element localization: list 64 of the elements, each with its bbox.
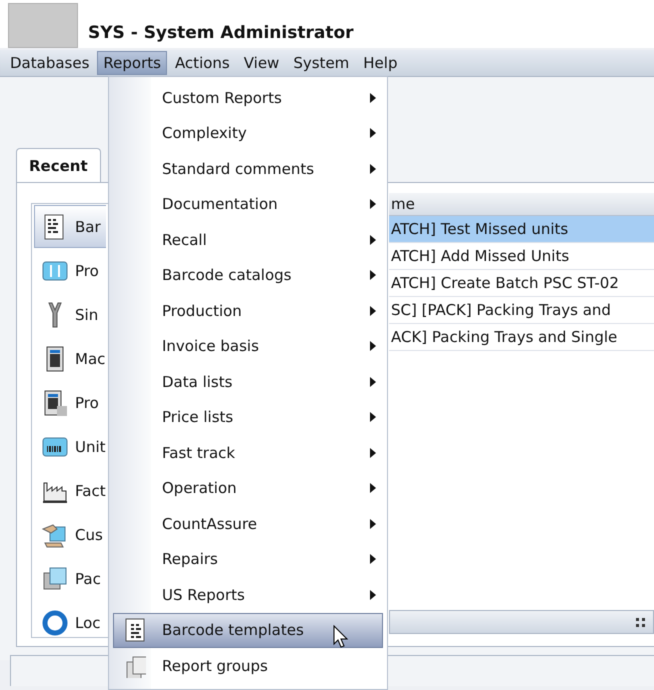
column-header[interactable]: me <box>389 193 654 216</box>
submenu-arrow-icon <box>370 376 376 387</box>
menu-item[interactable]: Fast track <box>113 435 383 470</box>
submenu-arrow-icon <box>370 199 376 210</box>
menu-item[interactable]: Documentation <box>113 186 383 222</box>
menu-bar-item[interactable]: Reports <box>97 51 167 75</box>
submenu-arrow-icon <box>370 518 376 529</box>
submenu-arrow-icon <box>370 164 376 174</box>
menu-bar-item[interactable]: Actions <box>168 51 236 75</box>
submenu-arrow-icon <box>370 448 376 458</box>
table-row[interactable]: ATCH] Add Missed Units <box>389 243 654 270</box>
menu-item[interactable]: Data lists <box>113 364 383 400</box>
menu-item[interactable]: Barcode catalogs <box>113 258 383 293</box>
recent-item[interactable]: Bar <box>34 205 106 248</box>
grip-icon <box>636 618 645 626</box>
tab[interactable]: Recent <box>16 148 101 182</box>
submenu-arrow-icon <box>370 554 376 564</box>
submenu-arrow-icon <box>370 412 376 422</box>
submenu-arrow-icon <box>370 483 376 494</box>
menu-item[interactable]: Price lists <box>113 400 383 435</box>
mouse-pointer-icon <box>333 625 349 649</box>
menu-item[interactable]: Production <box>113 293 383 328</box>
menu-bar-item[interactable]: Databases <box>4 51 96 75</box>
recent-item[interactable]: Loc <box>34 601 106 637</box>
submenu-arrow-icon <box>370 128 376 138</box>
pages-icon <box>41 564 69 592</box>
submenu-arrow-icon <box>370 306 376 316</box>
menu-item[interactable]: US Reports <box>113 577 383 612</box>
avatar-placeholder <box>8 3 78 48</box>
menu-bar-item[interactable]: System <box>287 51 356 75</box>
menu-item[interactable]: CountAssure <box>113 506 383 542</box>
menu-item[interactable]: Invoice basis <box>113 328 383 364</box>
recent-item[interactable]: Fact <box>34 469 106 512</box>
ring-icon <box>41 608 69 636</box>
submenu-arrow-icon <box>370 590 376 600</box>
menu-item[interactable]: Recall <box>113 222 383 258</box>
recent-item[interactable]: Pac <box>34 557 106 600</box>
menu-item[interactable]: Barcode templates <box>113 612 383 648</box>
recent-item[interactable]: Pro <box>34 249 106 292</box>
menu-item[interactable]: Custom Reports <box>113 80 383 116</box>
menu-item[interactable]: Report groups <box>113 648 383 684</box>
recent-item[interactable]: Pro <box>34 381 106 424</box>
recent-item[interactable]: Unit <box>34 425 106 468</box>
table-row[interactable]: SC] [PACK] Packing Trays and <box>389 297 654 324</box>
menu-item[interactable]: Standard comments <box>113 151 383 186</box>
menu-item[interactable]: Repairs <box>113 542 383 577</box>
submenu-arrow-icon <box>370 270 376 280</box>
pages-icon <box>124 654 146 678</box>
recent-item[interactable]: Mac <box>34 337 106 380</box>
table-row[interactable]: ATCH] Test Missed units <box>389 216 654 243</box>
submenu-arrow-icon <box>370 341 376 352</box>
table-row[interactable]: ATCH] Create Batch PSC ST-02 <box>389 270 654 297</box>
submenu-arrow-icon <box>370 234 376 245</box>
menu-item[interactable]: Operation <box>113 470 383 506</box>
menu-bar-item[interactable]: Help <box>357 51 404 75</box>
menu-bar-item[interactable]: View <box>238 51 286 75</box>
recent-item[interactable]: Cus <box>34 513 106 556</box>
document-icon <box>124 618 146 642</box>
window-title: SYS - System Administrator <box>88 23 354 45</box>
submenu-arrow-icon <box>370 92 376 103</box>
recent-item[interactable]: Sin <box>34 293 106 336</box>
menu-item[interactable]: Complexity <box>113 116 383 151</box>
scroll-bar[interactable] <box>389 610 654 634</box>
table-row[interactable]: ACK] Packing Trays and Single <box>389 324 654 351</box>
